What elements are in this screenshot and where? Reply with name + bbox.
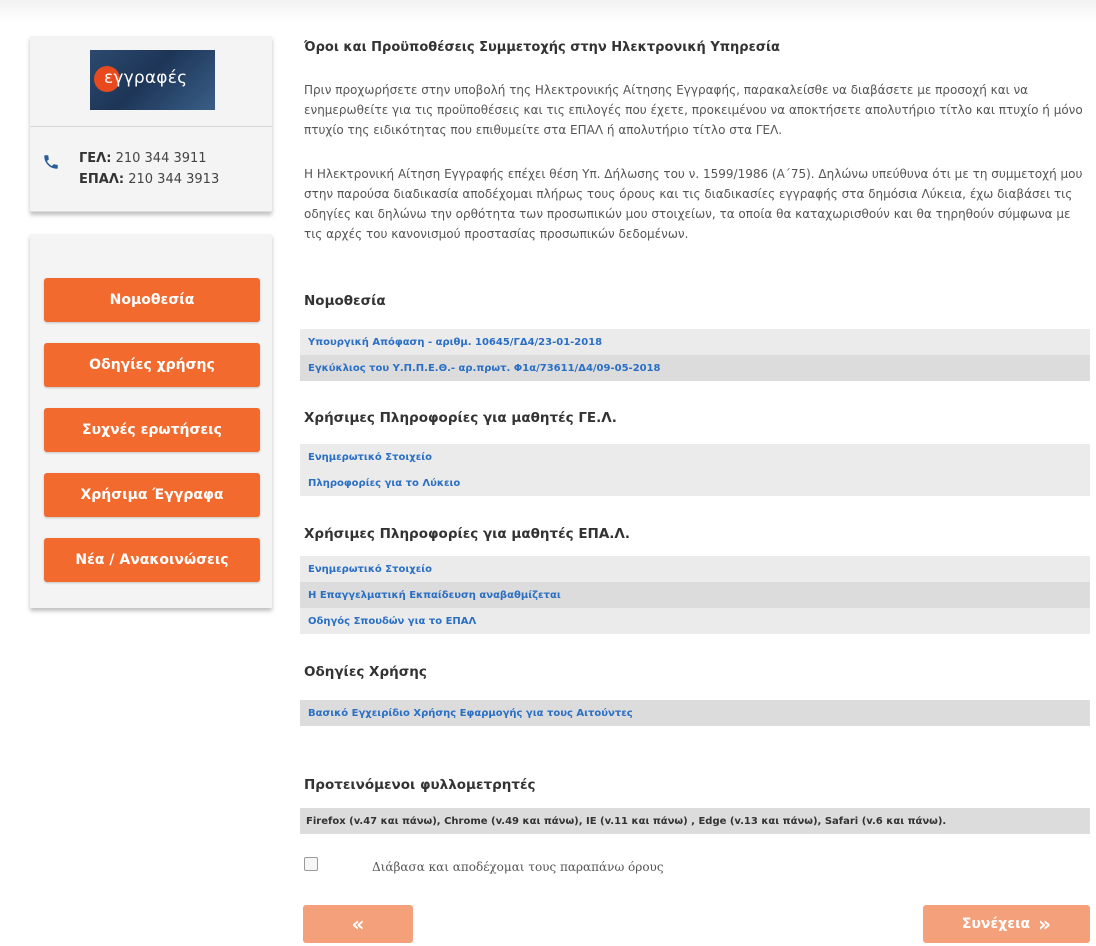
menu-button-odigies[interactable]: Οδηγίες χρήσης bbox=[44, 343, 260, 387]
section-title-gel: Χρήσιμες Πληροφορίες για μαθητές ΓΕ.Λ. bbox=[304, 410, 617, 426]
browser-list: Firefox (v.47 και πάνω), Chrome (v.49 κα… bbox=[300, 808, 1090, 834]
declaration-paragraph: Η Ηλεκτρονική Αίτηση Εγγραφής επέχει θέσ… bbox=[304, 167, 1083, 241]
menu-button-faq[interactable]: Συχνές ερωτήσεις bbox=[44, 408, 260, 452]
links-epal: Ενημερωτικό Στοιχείο Η Επαγγελματική Εκπ… bbox=[300, 556, 1090, 634]
link-item[interactable]: Υπουργική Απόφαση - αριθμ. 10645/ΓΔ4/23-… bbox=[300, 329, 1090, 355]
link-item[interactable]: Η Επαγγελματική Εκπαίδευση αναβαθμίζεται bbox=[300, 582, 1090, 608]
phone-epal: ΕΠΑΛ: 210 344 3913 bbox=[79, 172, 220, 187]
divider bbox=[30, 126, 272, 127]
links-gel: Ενημερωτικό Στοιχείο Πληροφορίες για το … bbox=[300, 444, 1090, 496]
page-title: Όροι και Προϋποθέσεις Συμμετοχής στην Ηλ… bbox=[304, 40, 780, 55]
section-title-nomothesia: Νομοθεσία bbox=[304, 293, 386, 309]
accept-terms-label: Διάβασα και αποδέχομαι τους παραπάνω όρο… bbox=[372, 860, 664, 874]
menu-card: Νομοθεσία Οδηγίες χρήσης Συχνές ερωτήσει… bbox=[30, 234, 272, 608]
phone-icon bbox=[44, 155, 58, 169]
continue-button[interactable]: Συνέχεια » bbox=[923, 905, 1090, 943]
logo[interactable]: εγγραφές bbox=[90, 50, 215, 110]
double-chevron-right-icon: » bbox=[1038, 912, 1052, 936]
link-item[interactable]: Ενημερωτικό Στοιχείο bbox=[300, 556, 1090, 582]
menu-button-documents[interactable]: Χρήσιμα Έγγραφα bbox=[44, 473, 260, 517]
section-title-epal: Χρήσιμες Πληροφορίες για μαθητές ΕΠΑ.Λ. bbox=[304, 526, 631, 542]
menu-button-nomothesia[interactable]: Νομοθεσία bbox=[44, 278, 260, 322]
menu-button-news[interactable]: Νέα / Ανακοινώσεις bbox=[44, 538, 260, 582]
phone-numbers: ΓΕΛ: 210 344 3911 ΕΠΑΛ: 210 344 3913 bbox=[79, 148, 219, 190]
section-title-odigies: Οδηγίες Χρήσης bbox=[304, 664, 427, 680]
back-button[interactable]: « bbox=[303, 905, 413, 943]
intro-paragraph: Πριν προχωρήσετε στην υποβολή της Ηλεκτρ… bbox=[304, 83, 1083, 137]
sidebar: εγγραφές ΓΕΛ: 210 344 3911 ΕΠΑΛ: 210 344… bbox=[30, 36, 272, 608]
link-item[interactable]: Βασικό Εγχειρίδιο Χρήσης Εφαρμογής για τ… bbox=[300, 700, 1090, 726]
links-odigies: Βασικό Εγχειρίδιο Χρήσης Εφαρμογής για τ… bbox=[300, 700, 1090, 726]
section-title-browsers: Προτεινόμενοι φυλλομετρητές bbox=[304, 777, 536, 793]
contact-card: εγγραφές ΓΕΛ: 210 344 3911 ΕΠΑΛ: 210 344… bbox=[30, 36, 272, 212]
phone-gel: ΓΕΛ: 210 344 3911 bbox=[79, 151, 207, 166]
double-chevron-left-icon: « bbox=[351, 912, 365, 936]
top-bar bbox=[0, 0, 1096, 22]
link-item[interactable]: Ενημερωτικό Στοιχείο bbox=[300, 444, 1090, 470]
continue-label: Συνέχεια bbox=[961, 916, 1031, 932]
link-item[interactable]: Πληροφορίες για το Λύκειο bbox=[300, 470, 1090, 496]
link-item[interactable]: Εγκύκλιος του Υ.Π.Π.Ε.Θ.- αρ.πρωτ. Φ1α/7… bbox=[300, 355, 1090, 381]
accept-terms-checkbox[interactable] bbox=[304, 857, 318, 871]
link-item[interactable]: Οδηγός Σπουδών για το ΕΠΑΛ bbox=[300, 608, 1090, 634]
links-nomothesia: Υπουργική Απόφαση - αριθμ. 10645/ΓΔ4/23-… bbox=[300, 329, 1090, 381]
logo-text: εγγραφές bbox=[104, 68, 188, 88]
